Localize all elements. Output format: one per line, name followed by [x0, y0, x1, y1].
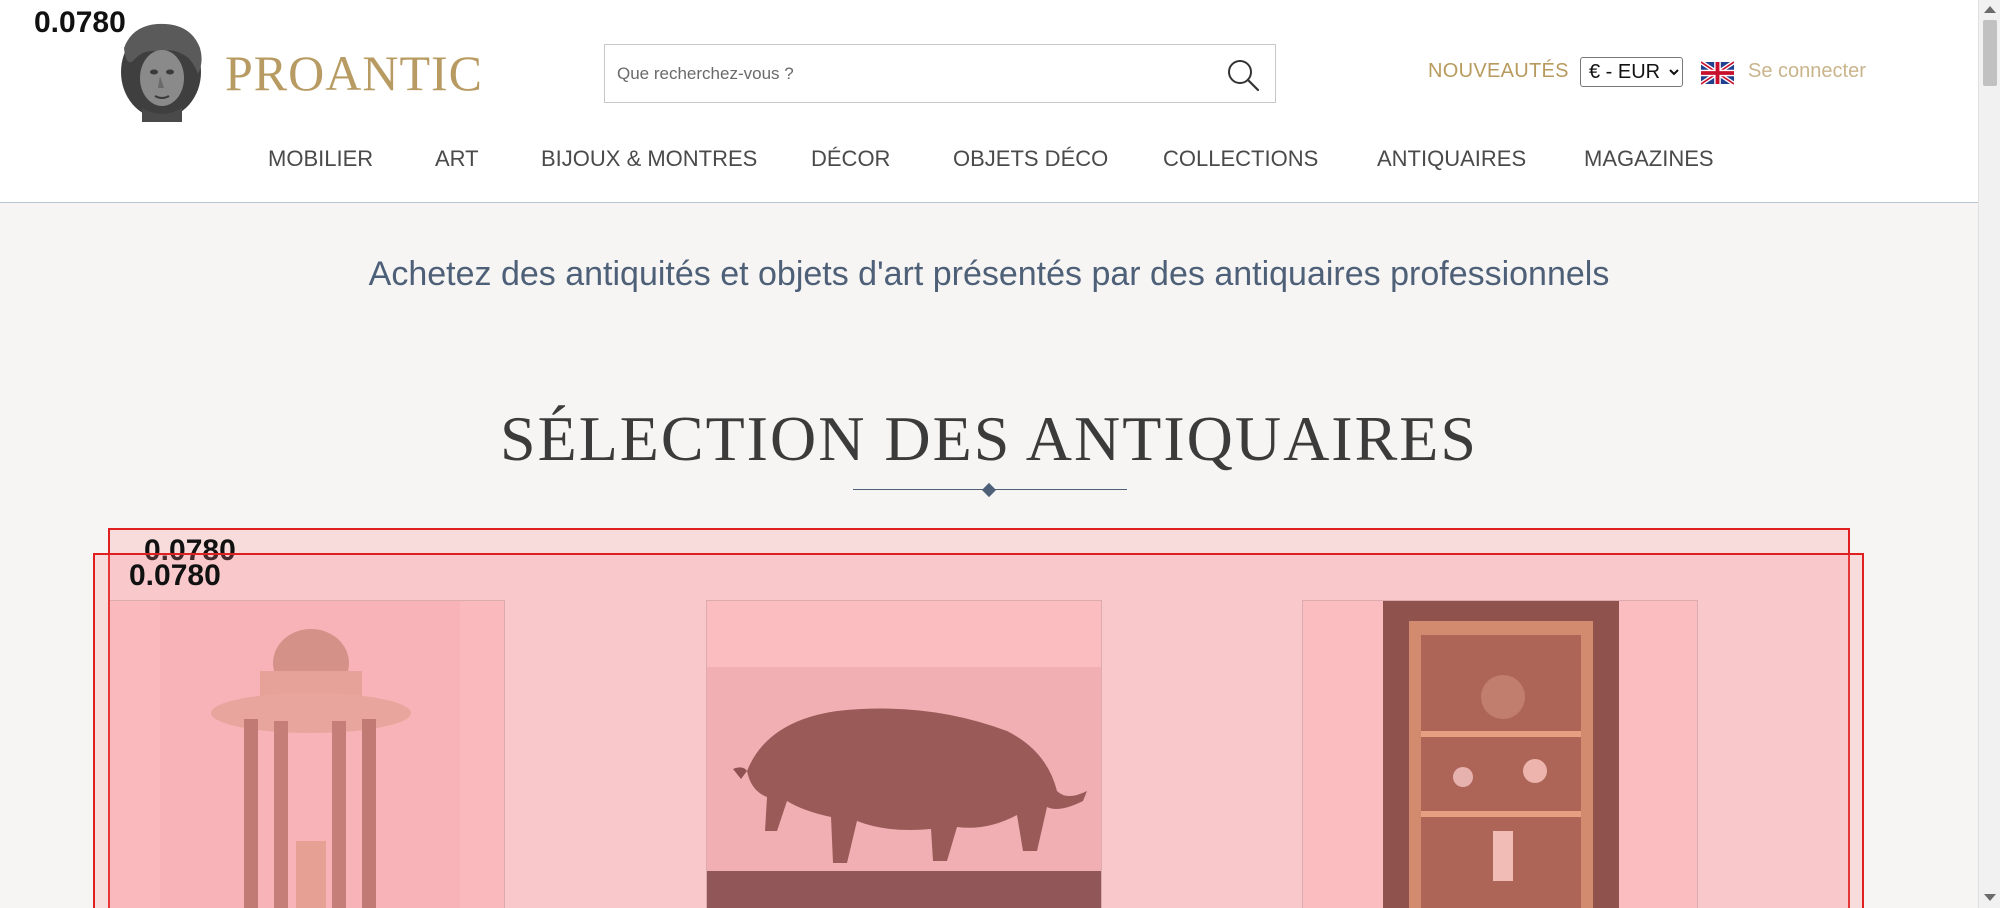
uk-flag-icon[interactable]	[1701, 61, 1734, 85]
section-title: SÉLECTION DES ANTIQUAIRES	[500, 403, 1478, 474]
nav-item-magazines[interactable]: MAGAZINES	[1584, 146, 1714, 172]
scroll-up-icon[interactable]	[1984, 6, 1996, 13]
nav-item-decor[interactable]: DÉCOR	[811, 146, 890, 172]
brand-logo-text[interactable]: PROANTIC	[225, 44, 483, 102]
site-header: 0.0780 PROANTIC NOUVEAUTÉS € - EUR Se co…	[0, 0, 1978, 203]
search-input[interactable]	[617, 45, 1197, 102]
score-label-b: 0.0780	[129, 559, 221, 592]
login-link[interactable]: Se connecter	[1748, 60, 1866, 83]
detection-box-b: 0.0780	[93, 553, 1864, 908]
nav-item-objets-deco[interactable]: OBJETS DÉCO	[953, 146, 1108, 172]
tagline: Achetez des antiquités et objets d'art p…	[368, 255, 1610, 293]
search-icon[interactable]	[1225, 57, 1261, 93]
search-box	[604, 44, 1276, 103]
scroll-down-icon[interactable]	[1984, 894, 1996, 901]
nav-item-art[interactable]: ART	[435, 146, 479, 172]
classical-bust-icon[interactable]	[112, 18, 210, 122]
title-divider-diamond	[981, 482, 997, 498]
vertical-scrollbar[interactable]	[1978, 0, 2000, 908]
nav-item-antiquaires[interactable]: ANTIQUAIRES	[1377, 146, 1526, 172]
scrollbar-thumb[interactable]	[1983, 20, 1997, 86]
nav-item-mobilier[interactable]: MOBILIER	[268, 146, 373, 172]
nav-item-collections[interactable]: COLLECTIONS	[1163, 146, 1318, 172]
nouveautes-link[interactable]: NOUVEAUTÉS	[1428, 60, 1569, 83]
nav-item-bijoux-montres[interactable]: BIJOUX & MONTRES	[541, 146, 757, 172]
main-nav: MOBILIER ART BIJOUX & MONTRES DÉCOR OBJE…	[0, 146, 1978, 182]
currency-select[interactable]: € - EUR	[1580, 57, 1683, 87]
